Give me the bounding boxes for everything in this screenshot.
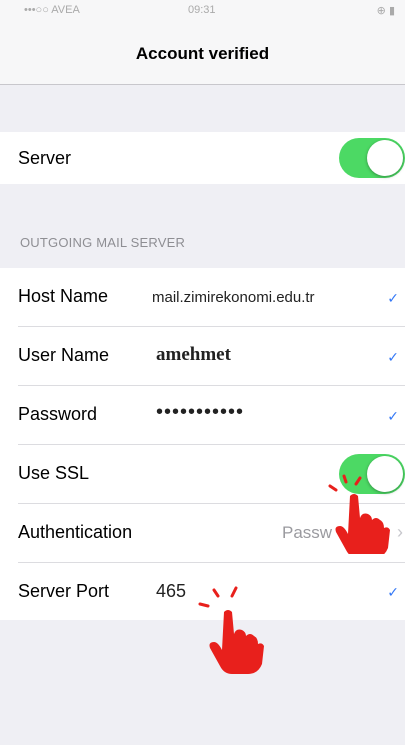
host-name-field[interactable]: mail.zimirekonomi.edu.tr [152, 289, 315, 306]
outgoing-group: Host Name mail.zimirekonomi.edu.tr ✓ Use… [0, 268, 405, 620]
host-name-label: Host Name [18, 286, 109, 306]
outgoing-section-header: OUTGOING MAIL SERVER [20, 235, 186, 250]
password-field[interactable]: ••••••••••• [156, 401, 244, 424]
status-time: 09:31 [188, 4, 216, 16]
password-row[interactable]: Password ••••••••••• ✓ [0, 386, 405, 444]
use-ssl-label: Use SSL [18, 463, 90, 483]
carrier-signal: •••○○ AVEA [24, 4, 80, 16]
checkmark-icon: ✓ [387, 290, 399, 306]
tap-hand-icon [198, 586, 264, 674]
chevron-right-icon: › [397, 522, 403, 542]
checkmark-icon: ✓ [387, 584, 399, 600]
battery-status: ⊕ ▮ [376, 5, 395, 17]
status-bar: •••○○ AVEA 09:31 ⊕ ▮ [0, 0, 405, 22]
authentication-label: Authentication [18, 522, 133, 542]
toggle-knob [367, 140, 403, 176]
page-title: Account verified [135, 44, 270, 63]
server-port-label: Server Port [18, 581, 110, 601]
host-name-row[interactable]: Host Name mail.zimirekonomi.edu.tr ✓ [0, 268, 405, 326]
user-name-field[interactable]: amehmet [156, 344, 231, 366]
password-label: Password [18, 404, 98, 424]
server-row: Server [0, 132, 405, 184]
checkmark-icon: ✓ [387, 349, 399, 365]
tap-hand-icon [328, 474, 390, 554]
checkmark-icon: ✓ [387, 408, 399, 424]
server-toggle[interactable] [339, 138, 405, 178]
server-label: Server [18, 148, 72, 168]
navigation-bar: Account verified [0, 22, 405, 85]
server-port-field[interactable]: 465 [156, 581, 186, 602]
authentication-value: Passw [282, 523, 333, 542]
user-name-row[interactable]: User Name amehmet ✓ [0, 327, 405, 385]
user-name-label: User Name [18, 345, 110, 365]
